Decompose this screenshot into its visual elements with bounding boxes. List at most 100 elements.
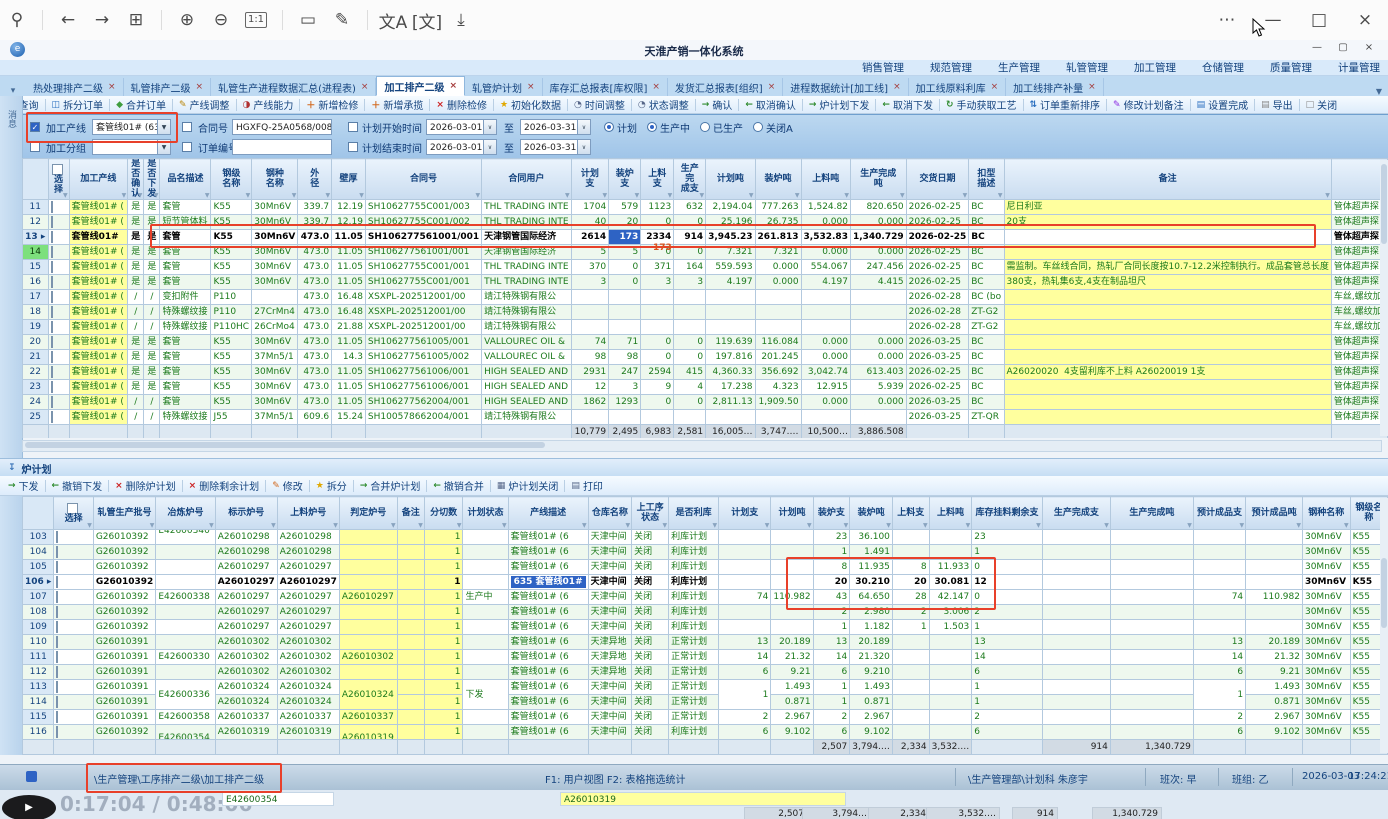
cell[interactable]: 11.05 [332, 245, 366, 260]
row-select-cell[interactable] [54, 695, 93, 710]
cell[interactable] [892, 530, 929, 545]
row-checkbox[interactable] [56, 561, 58, 573]
cell[interactable]: 339.7 [298, 200, 332, 215]
toolbar-button-导出[interactable]: ▤导出 [1257, 97, 1297, 112]
cell[interactable]: 套管 [160, 380, 211, 395]
cell[interactable]: 30Mn6V [1302, 680, 1350, 695]
cell[interactable]: 632 [674, 200, 706, 215]
cell[interactable]: 生产中 [463, 590, 508, 605]
cell[interactable]: 2026-02-25 [906, 230, 969, 245]
cell[interactable]: 21.88 [332, 320, 366, 335]
cell[interactable]: HIGH SEALED AND [482, 380, 571, 395]
cell[interactable]: A26010298 [215, 545, 277, 560]
column-header-选择[interactable]: 选择▼ [54, 497, 93, 530]
row-select-cell[interactable] [54, 680, 93, 695]
cell[interactable] [929, 650, 972, 665]
cell[interactable]: 0.871 [771, 695, 813, 710]
column-header-库存挂料剩余支[interactable]: 库存挂料剩余支▼ [972, 497, 1043, 530]
cell[interactable]: 13 [1193, 635, 1245, 650]
cell[interactable]: 2,811.13 [706, 395, 755, 410]
cell[interactable] [609, 410, 641, 425]
cell[interactable] [1110, 725, 1193, 740]
menu-item-仓储管理[interactable]: 仓储管理 [1202, 60, 1244, 75]
back-icon[interactable]: ← [51, 10, 85, 30]
column-header-blank[interactable] [23, 497, 54, 530]
cell[interactable]: 26.735 [755, 215, 801, 230]
filter-icon[interactable]: ▼ [844, 192, 849, 199]
cell[interactable]: 1 [813, 620, 850, 635]
cell[interactable]: 是 [144, 350, 160, 365]
filter-icon[interactable]: ▼ [795, 192, 800, 199]
toolbar-button-状态调整[interactable]: ◔状态调整 [634, 97, 693, 112]
cell[interactable] [719, 575, 771, 590]
cell[interactable]: A26010302 [277, 650, 339, 665]
furnace-grid-vscrollbar[interactable] [1380, 498, 1388, 753]
cell[interactable]: 356.692 [755, 365, 801, 380]
cell[interactable]: SH10627755C001/003 [365, 200, 481, 215]
cell[interactable]: 30Mn6V [1302, 530, 1350, 545]
column-header-生产完成支[interactable]: 生产完 成支▼ [674, 159, 706, 200]
table-row[interactable]: 14套管线01# (是是套管K5530Mn6V473.011.05SH10627… [23, 245, 1388, 260]
column-header-是否确认[interactable]: 是否 确认▼ [128, 159, 144, 200]
cell[interactable]: 30.210 [850, 575, 893, 590]
column-header-是否下发[interactable]: 是否 下发▼ [144, 159, 160, 200]
tab-加工线排产补量[interactable]: 加工线排产补量× [1006, 78, 1104, 96]
row-checkbox[interactable] [51, 246, 53, 258]
cell[interactable] [397, 620, 424, 635]
table-row[interactable]: 15套管线01# (是是套管K5530Mn6V473.011.05SH10627… [23, 260, 1388, 275]
menu-item-生产管理[interactable]: 生产管理 [998, 60, 1040, 75]
app-minimize-icon[interactable]: — [1304, 42, 1330, 53]
status-radio-关闭A[interactable]: 关闭A [753, 120, 793, 135]
cell[interactable]: 是 [128, 260, 144, 275]
row-checkbox[interactable] [56, 636, 58, 648]
toolbar-button-打印[interactable]: ▤打印 [567, 478, 607, 493]
cell[interactable]: 特殊螺纹接 [160, 305, 211, 320]
cell[interactable]: 23 [813, 530, 850, 545]
cell[interactable] [1004, 290, 1331, 305]
cell[interactable] [463, 710, 508, 725]
filter-icon[interactable]: ▼ [582, 522, 587, 529]
cell[interactable] [1246, 620, 1303, 635]
cell[interactable] [1004, 395, 1331, 410]
cell[interactable]: 0 [609, 260, 641, 275]
cell[interactable]: K55 [211, 365, 252, 380]
cell[interactable]: 关闭 [632, 560, 669, 575]
cell[interactable]: 7.321 [755, 245, 801, 260]
cell[interactable]: 473.0 [298, 290, 332, 305]
cell[interactable]: P110HC [211, 320, 252, 335]
cell[interactable]: P110 [211, 305, 252, 320]
cell[interactable] [339, 665, 397, 680]
cell[interactable]: 天津中间 [588, 620, 631, 635]
cell[interactable]: 13 [719, 635, 771, 650]
cell[interactable] [641, 320, 674, 335]
column-header-外径[interactable]: 外 径▼ [298, 159, 332, 200]
cell[interactable]: 0.871 [850, 695, 893, 710]
column-header-是否利库[interactable]: 是否利库▼ [669, 497, 719, 530]
cell[interactable]: G26010391 [93, 665, 156, 680]
row-select-cell[interactable] [48, 395, 69, 410]
cell[interactable]: 1 [424, 545, 463, 560]
cell[interactable]: 2 [719, 710, 771, 725]
cell[interactable]: G26010392 [93, 725, 156, 740]
toolbar-button-确认[interactable]: →确认 [698, 97, 737, 112]
column-header-生产完成支[interactable]: 生产完成支▼ [1042, 497, 1110, 530]
cell[interactable] [1110, 650, 1193, 665]
table-row[interactable]: 19套管线01# (//特殊螺纹接P110HC26CrMo4473.021.88… [23, 320, 1388, 335]
toolbar-button-合并炉计划[interactable]: →合并炉计划 [356, 478, 425, 493]
cell[interactable]: G26010392 [93, 530, 156, 545]
row-select-cell[interactable] [54, 620, 93, 635]
cell[interactable] [1110, 680, 1193, 695]
cell[interactable]: 2 [892, 605, 929, 620]
cell[interactable]: 30Mn6V [1302, 725, 1350, 740]
cell[interactable] [1004, 245, 1331, 260]
cell[interactable]: ZT-QR [969, 410, 1004, 425]
row-select-cell[interactable] [48, 380, 69, 395]
cell[interactable]: 30Mn6V [252, 215, 298, 230]
cell[interactable] [771, 530, 813, 545]
table-row[interactable]: 20套管线01# (是是套管K5530Mn6V473.011.05SH10627… [23, 335, 1388, 350]
cell[interactable]: 415 [674, 365, 706, 380]
cell[interactable]: 0.000 [850, 395, 906, 410]
cell[interactable] [156, 635, 215, 650]
cell[interactable] [1004, 350, 1331, 365]
cell[interactable]: 4 [674, 380, 706, 395]
